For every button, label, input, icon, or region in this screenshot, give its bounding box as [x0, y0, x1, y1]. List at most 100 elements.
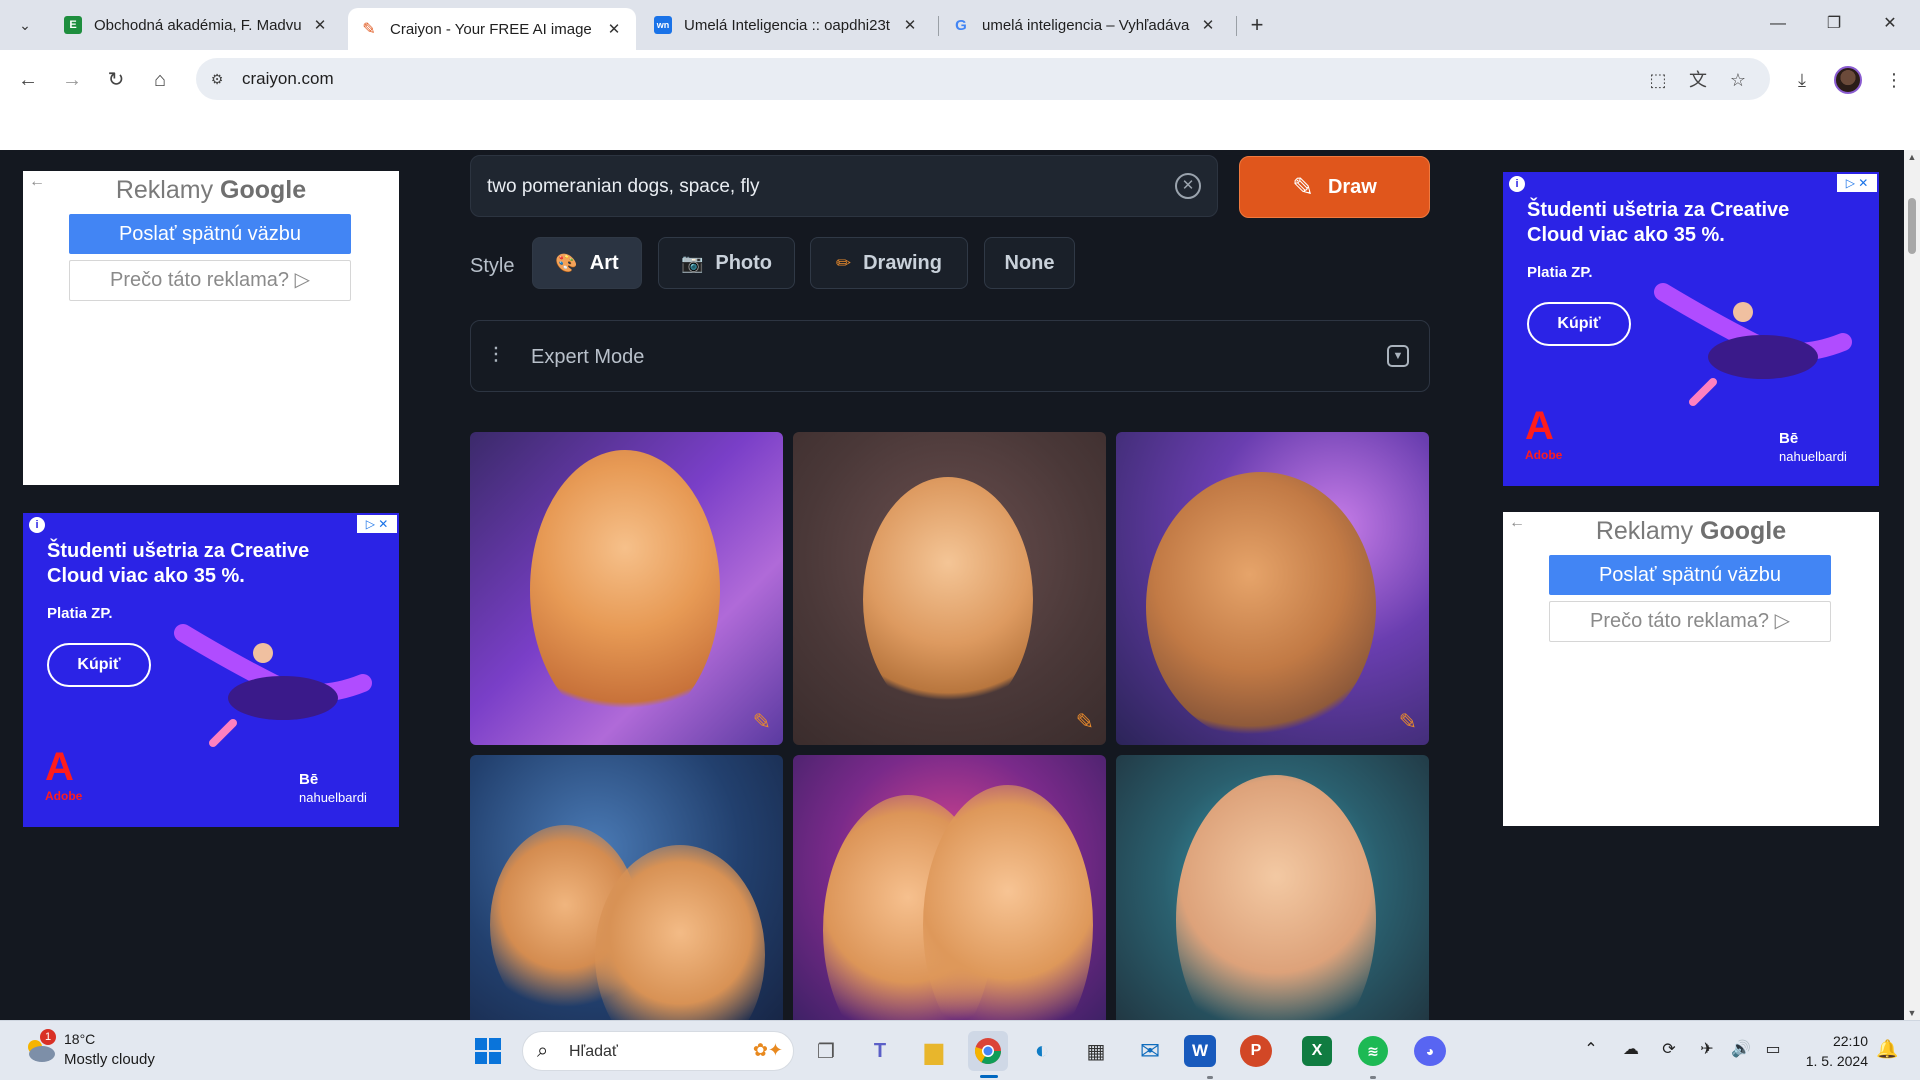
close-window-button[interactable]: ✕ — [1864, 8, 1916, 42]
show-hidden-icons-chevron-icon[interactable]: ⌃ — [1578, 1037, 1604, 1063]
site-info-icon[interactable]: ⚙ — [206, 68, 228, 90]
adobe-ad-left[interactable]: i ▷ ✕ Študenti ušetria za Creative Cloud… — [23, 513, 399, 827]
generated-image-1[interactable]: ✎ — [470, 432, 783, 745]
powerpoint-icon[interactable]: P — [1240, 1035, 1272, 1067]
translate-icon[interactable]: 文 — [1684, 66, 1712, 94]
volume-icon[interactable]: 🔊 — [1728, 1037, 1754, 1063]
sheets-favicon-icon: E — [64, 16, 82, 34]
back-button[interactable]: ← — [12, 64, 44, 96]
wn-favicon-icon: wn — [654, 16, 672, 34]
behance-logo: Bē — [299, 771, 319, 788]
word-icon[interactable]: W — [1184, 1035, 1216, 1067]
prompt-input[interactable]: two pomeranian dogs, space, fly ✕ — [470, 155, 1218, 217]
ad-info-icon[interactable]: i — [29, 517, 45, 533]
ad-choices-close-icon[interactable]: ▷ ✕ — [1837, 174, 1877, 192]
style-photo-button[interactable]: 📷 Photo — [658, 237, 795, 289]
tab-close-icon[interactable]: ✕ — [1198, 16, 1218, 34]
clock-date: 1. 5. 2024 — [1805, 1053, 1868, 1069]
ad-choices-close-icon[interactable]: ▷ ✕ — [357, 515, 397, 533]
scroll-down-icon[interactable]: ▼ — [1904, 1008, 1920, 1018]
sliders-icon: ⫶ — [493, 343, 499, 368]
ads-brand-prefix: Reklamy — [1595, 517, 1694, 545]
expert-mode-toggle[interactable]: ⫶ Expert Mode ▼ — [470, 320, 1430, 392]
weather-notification-badge: 1 — [40, 1029, 56, 1045]
windows-taskbar: 1 18°C Mostly cloudy ⌕ Hľadať ✿✦ ❐ T ▆ ◐… — [0, 1020, 1920, 1080]
tab-close-icon[interactable]: ✕ — [604, 20, 624, 38]
adobe-ad-right[interactable]: i ▷ ✕ Študenti ušetria za Creative Cloud… — [1503, 172, 1879, 486]
tab-close-icon[interactable]: ✕ — [900, 16, 920, 34]
install-app-icon[interactable]: ⬚ — [1644, 66, 1672, 94]
spotify-icon[interactable]: ≋ — [1358, 1036, 1388, 1066]
tab-search-button[interactable]: ⌄ — [10, 10, 40, 40]
profile-avatar[interactable] — [1834, 66, 1862, 94]
discord-icon[interactable]: ◕ — [1414, 1036, 1446, 1066]
home-button[interactable]: ⌂ — [144, 64, 176, 96]
send-feedback-button[interactable]: Poslať spätnú väzbu — [1549, 555, 1831, 595]
generated-image-4[interactable] — [470, 755, 783, 1020]
forward-button[interactable]: → — [56, 64, 88, 96]
sync-icon[interactable]: ⟳ — [1656, 1037, 1682, 1063]
new-tab-button[interactable]: + — [1243, 12, 1271, 40]
windows-start-icon[interactable] — [468, 1031, 508, 1071]
task-view-icon[interactable]: ❐ — [806, 1031, 846, 1071]
temperature[interactable]: 18°C — [64, 1031, 95, 1047]
mail-icon[interactable]: ✉ — [1130, 1031, 1170, 1071]
edit-image-icon[interactable]: ✎ — [1399, 709, 1417, 735]
generated-image-2[interactable]: ✎ — [793, 432, 1106, 745]
style-photo-label: Photo — [715, 251, 773, 274]
file-explorer-icon[interactable]: ▆ — [914, 1031, 954, 1071]
download-icon[interactable]: ⤓ — [1788, 66, 1816, 94]
airplane-mode-icon[interactable]: ✈ — [1694, 1037, 1720, 1063]
style-none-button[interactable]: None — [984, 237, 1075, 289]
restore-button[interactable]: ❐ — [1808, 8, 1860, 42]
bookmark-star-icon[interactable]: ☆ — [1724, 66, 1752, 94]
ad-buy-button[interactable]: Kúpiť — [1527, 302, 1631, 346]
taskbar-search[interactable]: ⌕ Hľadať ✿✦ — [522, 1031, 794, 1071]
weather-description[interactable]: Mostly cloudy — [64, 1051, 155, 1068]
system-clock[interactable]: 22:10 1. 5. 2024 — [1796, 1031, 1868, 1071]
tab-umela-inteligencia-wn[interactable]: wn Umelá Inteligencia :: oapdhi23t ✕ — [642, 8, 932, 42]
address-bar[interactable]: ⚙ craiyon.com — [196, 58, 1770, 100]
battery-icon[interactable]: ▭ — [1760, 1037, 1786, 1063]
style-art-button[interactable]: 🎨 Art — [532, 237, 642, 289]
search-icon: ⌕ — [537, 1040, 549, 1062]
ad-info-icon[interactable]: i — [1509, 176, 1525, 192]
onedrive-cloud-icon[interactable]: ☁ — [1618, 1037, 1644, 1063]
scrollbar-thumb[interactable] — [1908, 198, 1916, 254]
tab-close-icon[interactable]: ✕ — [310, 16, 330, 34]
style-drawing-label: Drawing — [863, 251, 942, 274]
artist-handle: nahuelbardi — [1779, 449, 1847, 464]
ads-brand-prefix: Reklamy — [115, 176, 214, 204]
why-this-ad-button[interactable]: Prečo táto reklama? ▷ — [1549, 601, 1831, 642]
chrome-menu-icon[interactable]: ⋮ — [1880, 66, 1908, 94]
google-ads-brand: Reklamy Google — [23, 176, 399, 205]
teams-icon[interactable]: T — [860, 1031, 900, 1071]
why-this-ad-button[interactable]: Prečo táto reklama? ▷ — [69, 260, 351, 301]
url-text: craiyon.com — [242, 69, 334, 88]
reload-button[interactable]: ↻ — [100, 64, 132, 96]
generated-image-5[interactable] — [793, 755, 1106, 1020]
ad-buy-button[interactable]: Kúpiť — [47, 643, 151, 687]
edit-image-icon[interactable]: ✎ — [753, 709, 771, 735]
generated-image-6[interactable] — [1116, 755, 1429, 1020]
tab-google-search[interactable]: G umelá inteligencia – Vyhľadáva ✕ — [940, 8, 1230, 42]
notification-bell-icon[interactable]: 🔔 — [1876, 1039, 1898, 1060]
edit-image-icon[interactable]: ✎ — [1076, 709, 1094, 735]
chevron-down-icon: ▼ — [1387, 345, 1409, 367]
chrome-icon[interactable] — [968, 1031, 1008, 1071]
tab-title: Obchodná akadémia, F. Madvu — [94, 16, 302, 34]
microsoft-store-icon[interactable]: ▦ — [1076, 1031, 1116, 1071]
draw-button[interactable]: ✎ Draw — [1239, 156, 1430, 218]
excel-icon[interactable]: X — [1302, 1036, 1332, 1066]
minimize-button[interactable]: — — [1752, 8, 1804, 42]
generated-image-3[interactable]: ✎ — [1116, 432, 1429, 745]
tab-craiyon[interactable]: ✎ Craiyon - Your FREE AI image g ✕ — [348, 8, 636, 50]
style-drawing-button[interactable]: ✏ Drawing — [810, 237, 968, 289]
tab-obchodna-akademia[interactable]: E Obchodná akadémia, F. Madvu ✕ — [52, 8, 342, 42]
edge-icon[interactable]: ◐ — [1022, 1031, 1062, 1071]
send-feedback-button[interactable]: Poslať spätnú väzbu — [69, 214, 351, 254]
clear-prompt-icon[interactable]: ✕ — [1175, 173, 1201, 199]
chrome-active-indicator — [980, 1075, 998, 1078]
scroll-up-icon[interactable]: ▲ — [1904, 152, 1920, 162]
page-scrollbar[interactable]: ▲ ▼ — [1904, 150, 1920, 1020]
